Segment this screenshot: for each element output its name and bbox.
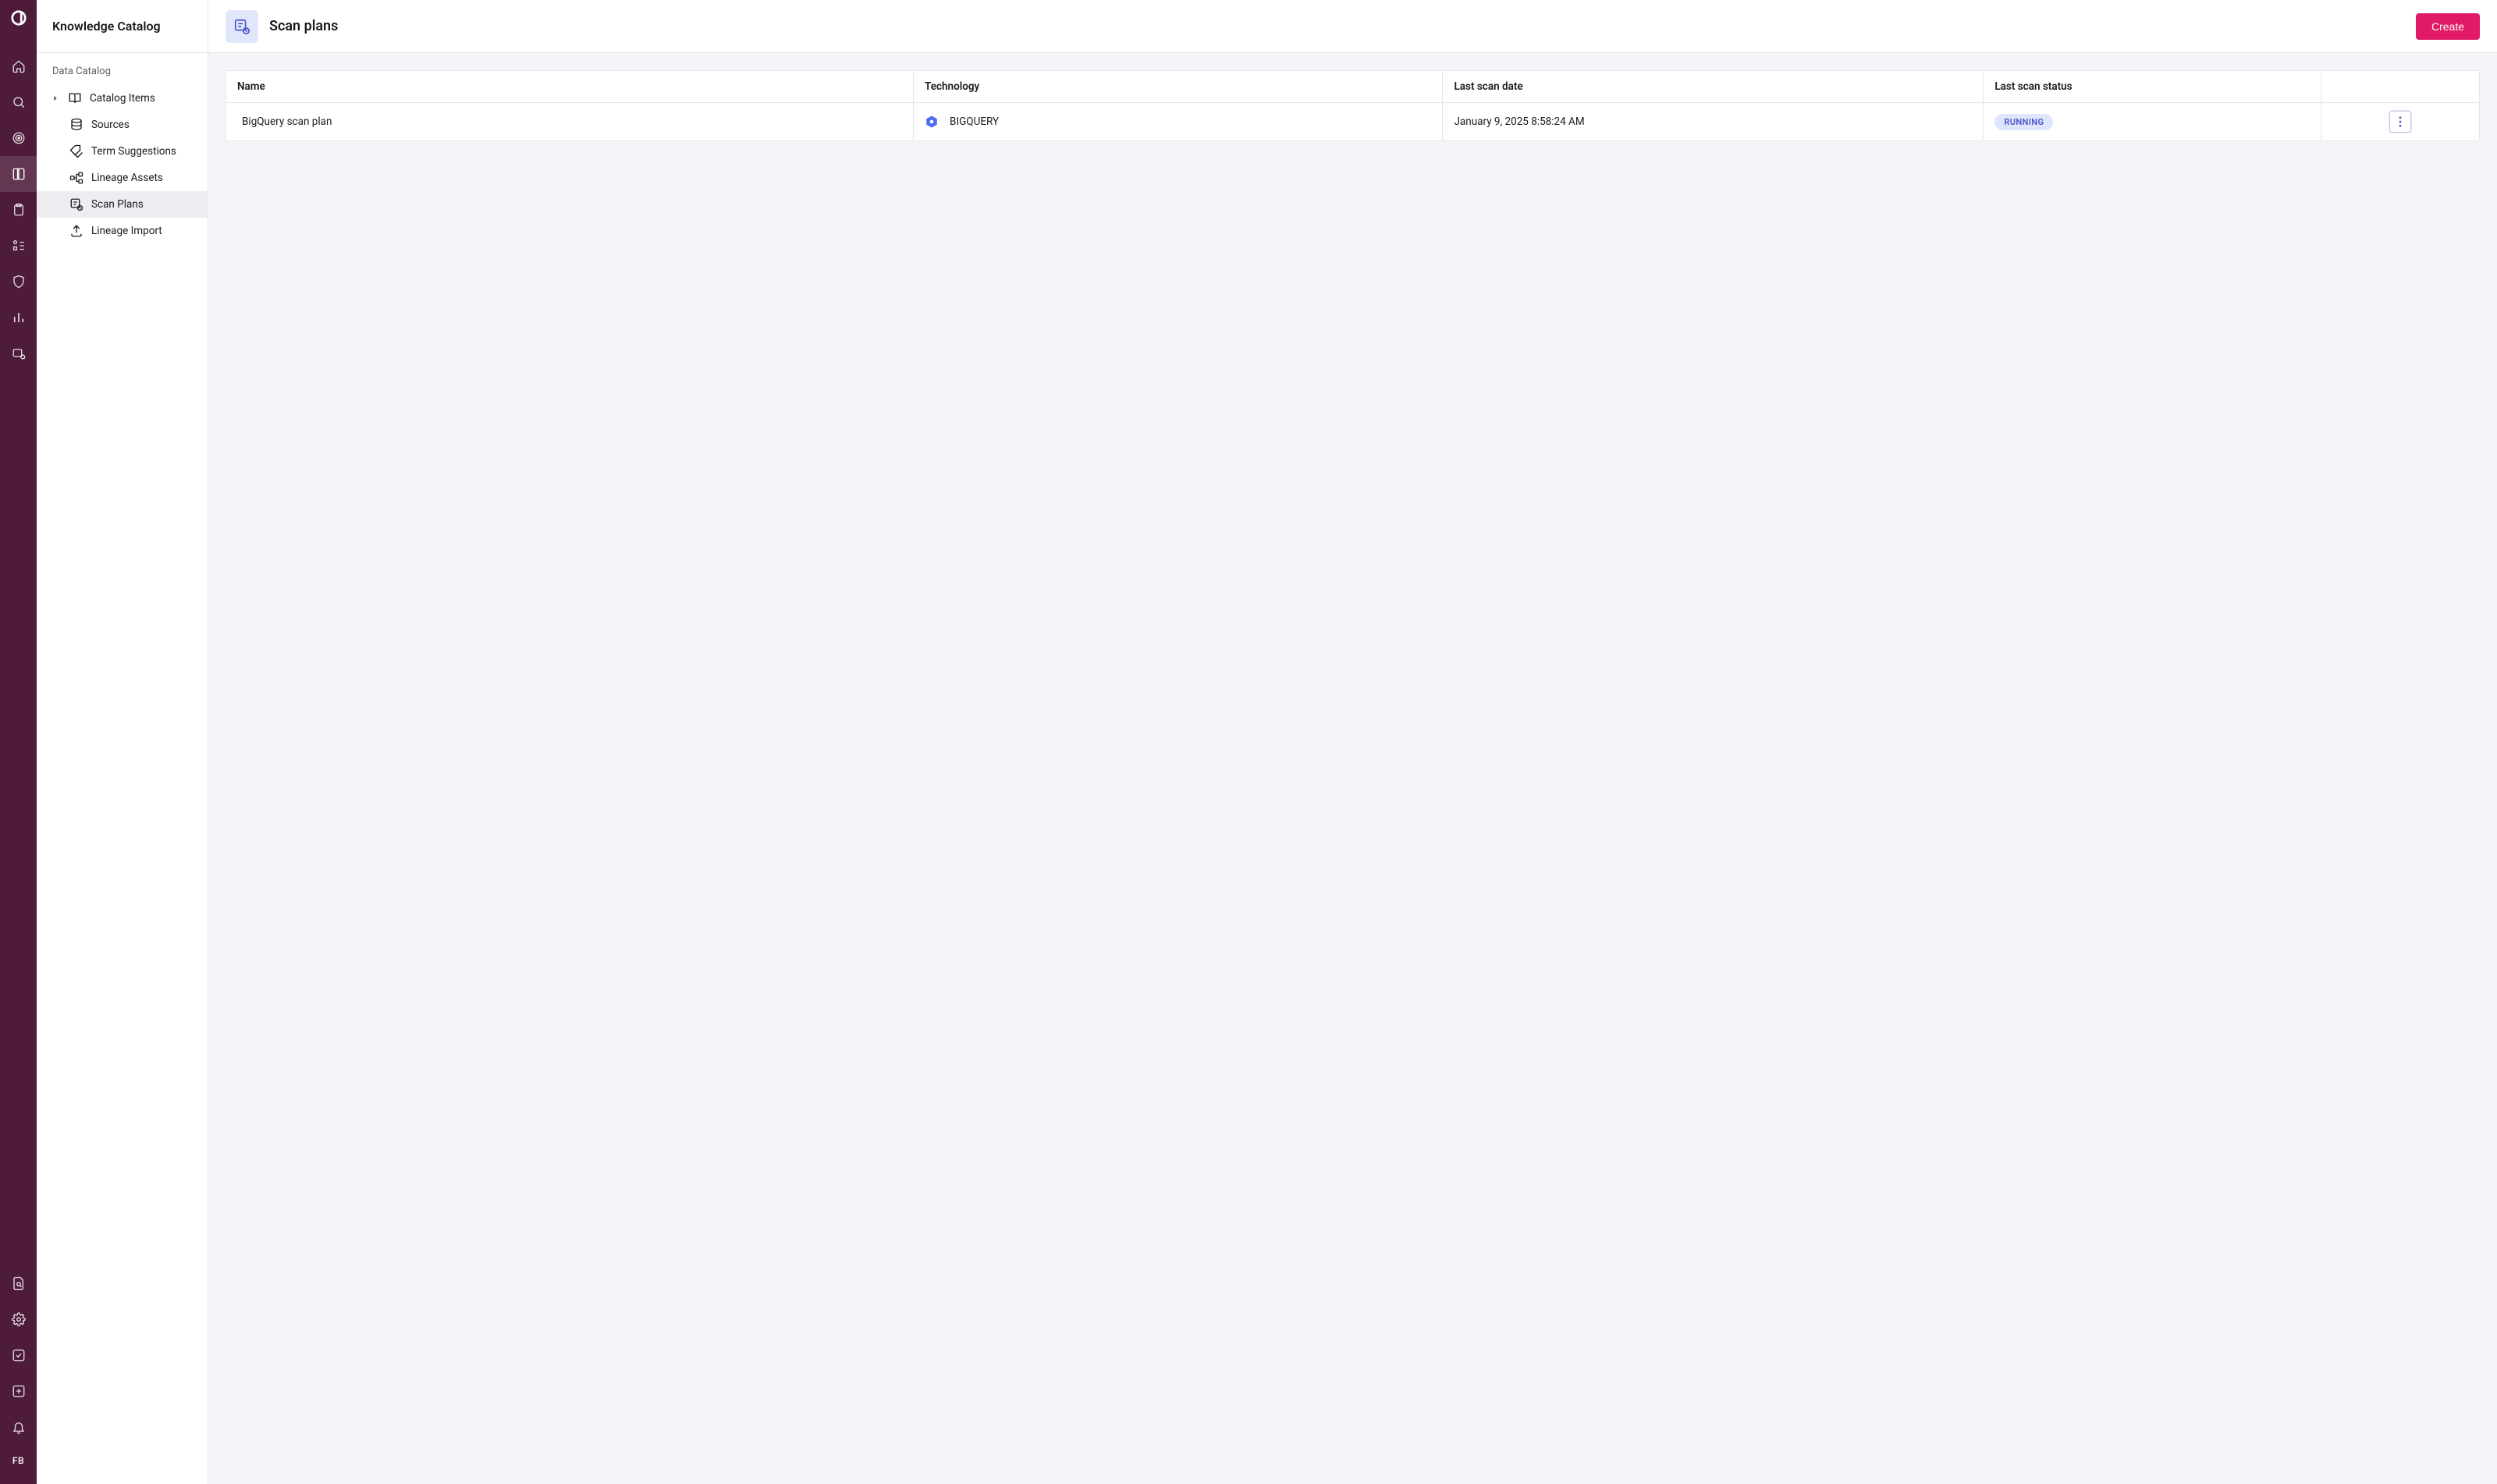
content-area: Name Technology Last scan date Last scan… <box>208 53 2497 158</box>
rail-item-clipboard[interactable] <box>0 192 37 228</box>
rail-item-analytics[interactable] <box>0 300 37 335</box>
rail-item-schema[interactable] <box>0 228 37 264</box>
rail-item-search[interactable] <box>0 84 37 120</box>
rail-item-check-square[interactable] <box>0 1337 37 1373</box>
sidebar-item-catalog-items[interactable]: Catalog Items <box>37 85 208 112</box>
sidebar-item-label: Scan Plans <box>91 198 144 211</box>
tag-icon <box>69 144 83 158</box>
sidebar-item-scan-plans[interactable]: Scan Plans <box>37 191 208 218</box>
sidebar: Knowledge Catalog Data Catalog Catalog I… <box>37 0 208 1484</box>
sidebar-item-sources[interactable]: Sources <box>37 112 208 138</box>
rail-item-home[interactable] <box>0 48 37 84</box>
cell-technology-label: BIGQUERY <box>950 115 999 128</box>
rail-item-target[interactable] <box>0 120 37 156</box>
main-header: Scan plans Create <box>208 0 2497 53</box>
rail-group-top <box>0 48 37 371</box>
table-row[interactable]: BigQuery scan plan BIGQUERY January 9, 2… <box>226 103 2479 141</box>
sidebar-item-label: Lineage Import <box>91 225 162 237</box>
row-actions-button[interactable] <box>2389 111 2411 133</box>
rail-item-notifications[interactable] <box>0 1409 37 1445</box>
logo-icon <box>10 9 27 27</box>
col-header-name[interactable]: Name <box>226 71 914 103</box>
col-header-technology[interactable]: Technology <box>914 71 1443 103</box>
book-open-icon <box>68 91 82 105</box>
rail-item-explore[interactable] <box>0 335 37 371</box>
sidebar-item-label: Lineage Assets <box>91 172 163 184</box>
rail-item-doc-search[interactable] <box>0 1266 37 1301</box>
sidebar-item-lineage-assets[interactable]: Lineage Assets <box>37 165 208 191</box>
cell-name: BigQuery scan plan <box>226 103 914 141</box>
user-avatar[interactable]: FB <box>0 1445 37 1476</box>
cell-technology: BIGQUERY <box>914 103 1443 141</box>
sidebar-item-lineage-import[interactable]: Lineage Import <box>37 218 208 244</box>
upload-icon <box>69 224 83 238</box>
rail-group-bottom: FB <box>0 1266 37 1476</box>
status-badge: RUNNING <box>1994 114 2053 130</box>
sidebar-item-label: Catalog Items <box>90 92 155 105</box>
rail-item-catalog[interactable] <box>0 156 37 192</box>
database-icon <box>69 118 83 132</box>
cell-last-scan-date: January 9, 2025 8:58:24 AM <box>1443 103 1984 141</box>
scan-plans-table: Name Technology Last scan date Last scan… <box>226 70 2480 141</box>
col-header-actions <box>2321 71 2479 103</box>
rail-item-add-panel[interactable] <box>0 1373 37 1409</box>
table-header-row: Name Technology Last scan date Last scan… <box>226 71 2479 103</box>
cell-actions <box>2321 103 2479 141</box>
lineage-icon <box>69 171 83 185</box>
create-button[interactable]: Create <box>2416 13 2480 40</box>
main: Scan plans Create Name Technology Last s… <box>208 0 2497 1484</box>
scan-plans-icon <box>69 197 83 211</box>
sidebar-title: Knowledge Catalog <box>37 0 208 53</box>
app-root: FB Knowledge Catalog Data Catalog Catalo… <box>0 0 2497 1484</box>
page-title: Scan plans <box>269 18 338 34</box>
sidebar-section-label: Data Catalog <box>37 53 208 85</box>
chevron-right-icon <box>52 92 60 105</box>
bigquery-icon <box>925 115 939 129</box>
cell-last-scan-status: RUNNING <box>1984 103 2321 141</box>
sidebar-item-label: Term Suggestions <box>91 145 176 158</box>
col-header-last-scan-date[interactable]: Last scan date <box>1443 71 1984 103</box>
sidebar-item-label: Sources <box>91 119 130 131</box>
col-header-last-scan-status[interactable]: Last scan status <box>1984 71 2321 103</box>
rail-item-shield[interactable] <box>0 264 37 300</box>
rail-item-settings[interactable] <box>0 1301 37 1337</box>
page-icon <box>226 10 258 43</box>
sidebar-item-term-suggestions[interactable]: Term Suggestions <box>37 138 208 165</box>
nav-rail: FB <box>0 0 37 1484</box>
